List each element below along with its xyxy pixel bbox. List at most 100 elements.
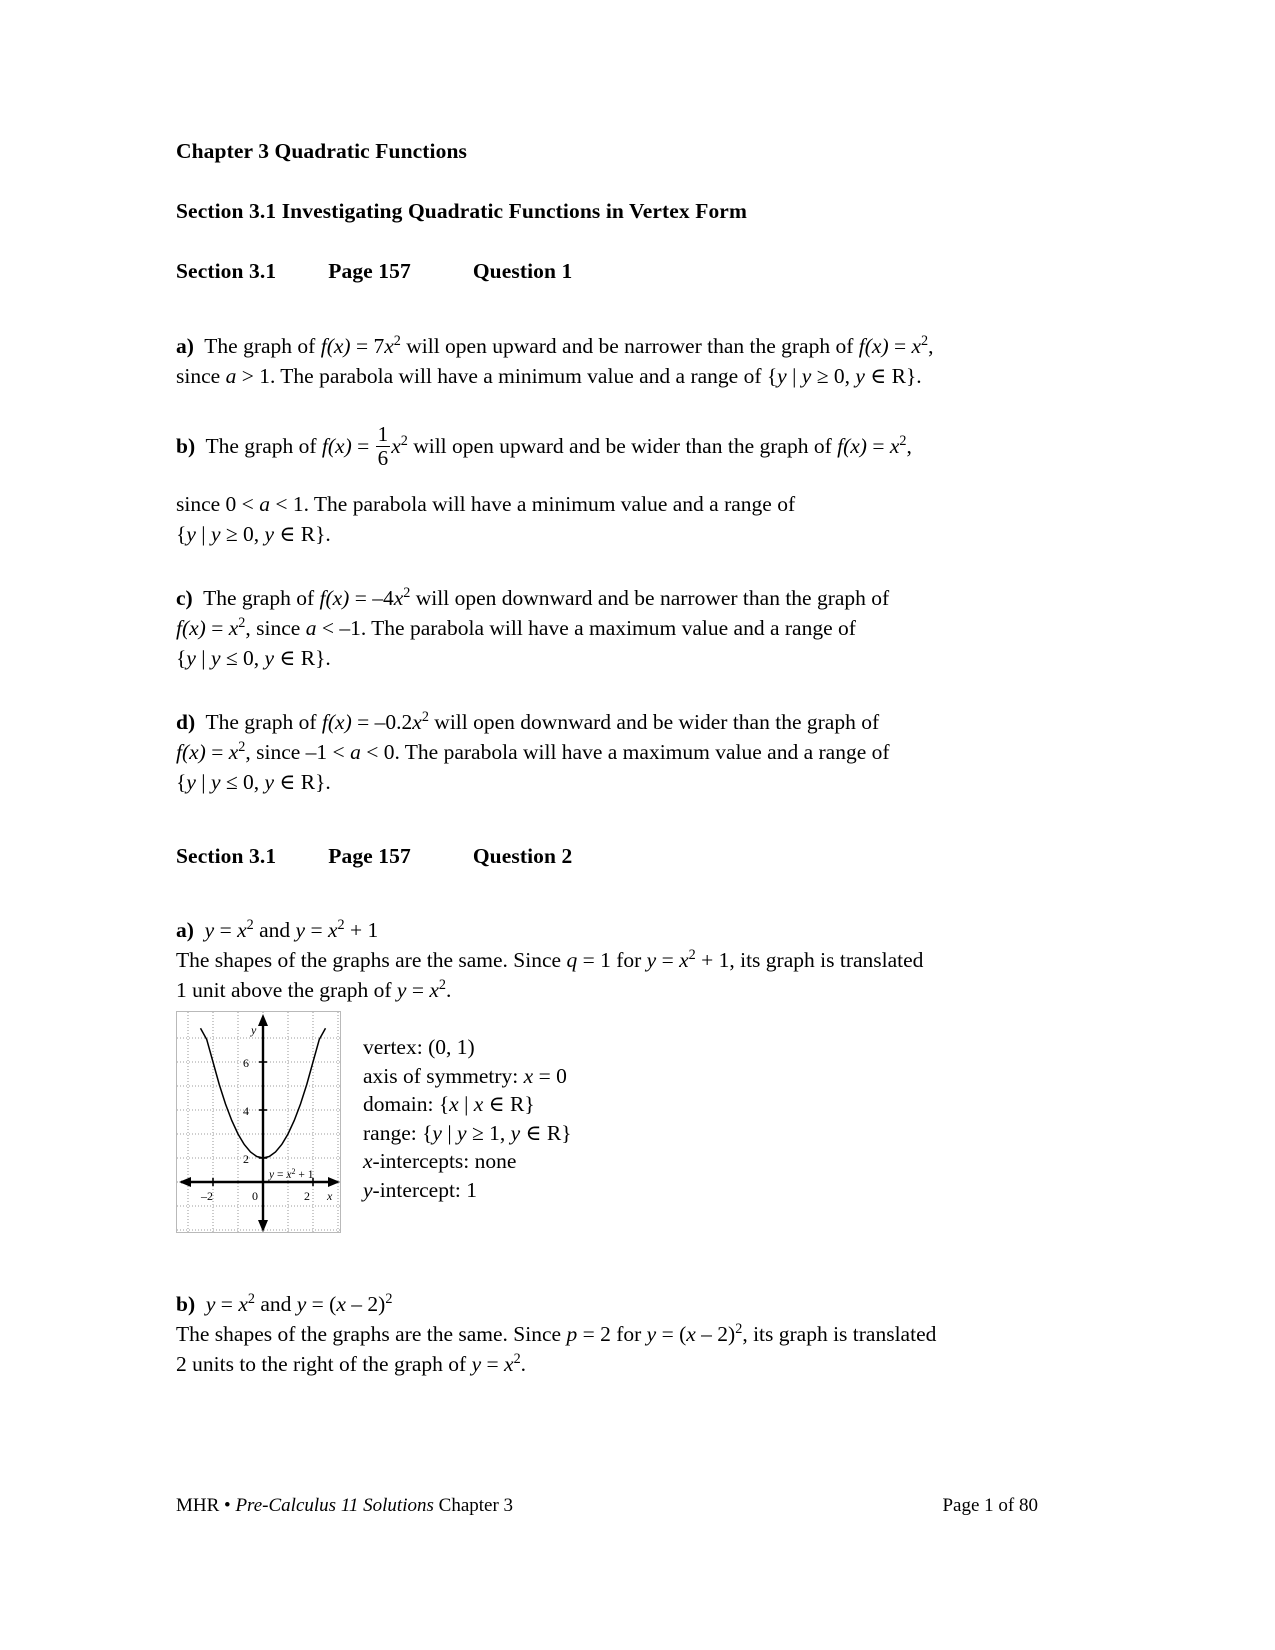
property-domain: domain: {x | x ∈ R}: [363, 1090, 572, 1119]
q1b-l2var: a: [259, 491, 270, 516]
q1d-l3c: ≤ 0,: [220, 769, 265, 794]
q1b-comma: ,: [906, 433, 912, 458]
q2b-b1x: x: [686, 1322, 696, 1347]
q2b-eq1: =: [215, 1292, 239, 1317]
q1a-l2e: ∈ R}.: [864, 363, 922, 388]
q1c-l3c: ≤ 0,: [220, 645, 265, 670]
q2b-b2a: 2 units to the right of the graph of: [176, 1352, 472, 1377]
q2a-b1d: + 1, its graph is translated: [695, 948, 924, 973]
q2a-and: and: [253, 918, 296, 943]
q2b-b2exp: 2: [513, 1351, 521, 1368]
q1d-text1: The graph of: [205, 709, 322, 734]
q1b-var: x: [391, 433, 401, 458]
q1a-fn2: f(x): [858, 333, 889, 358]
curve-label-eq: =: [274, 1169, 286, 1181]
q2a-plus: + 1: [344, 918, 379, 943]
q2a-x1: x: [237, 918, 247, 943]
yint-text: -intercept: 1: [372, 1177, 478, 1202]
q1d-l3y3: y: [264, 769, 275, 794]
q1b-eq2: =: [866, 433, 890, 458]
q2a-exp2: 2: [337, 917, 345, 934]
q1a-l2d: ≥ 0,: [811, 363, 856, 388]
q1b-var2: x: [889, 433, 900, 458]
q1c-text2: will open downward and be narrower than …: [410, 585, 890, 610]
domain-x1: x: [449, 1092, 459, 1117]
q1b-exp: 2: [400, 432, 408, 449]
q1d-l3a: {: [176, 769, 187, 794]
q2b-b2x: x: [504, 1352, 514, 1377]
q1d-exp: 2: [421, 708, 429, 725]
aos-var: x: [523, 1063, 534, 1088]
q2b-exp1: 2: [247, 1291, 255, 1308]
q2-part-b-label: b): [176, 1292, 196, 1317]
q1a-l2y2: y: [801, 363, 812, 388]
document-page: Chapter 3 Quadratic Functions Section 3.…: [0, 0, 1275, 1650]
q1c-l3y1: y: [186, 645, 196, 670]
q1c-eq: = –4: [349, 585, 394, 610]
q1a-l2y1: y: [777, 363, 787, 388]
q2a-b1c: =: [656, 948, 680, 973]
q2b-b2c: .: [520, 1352, 527, 1377]
q1c-l3a: {: [176, 645, 187, 670]
q1d-l2fn: f(x): [176, 739, 206, 764]
q1c-var: x: [393, 585, 404, 610]
q2b-eq2: = (: [306, 1292, 337, 1317]
domain-x2: x: [473, 1092, 484, 1117]
q2a-b2exp: 2: [438, 977, 446, 994]
q1d-text2: will open downward and be wider than the…: [428, 709, 880, 734]
graph-x-axis-label: x: [326, 1189, 333, 1203]
page-footer: MHR • Pre-Calculus 11 Solutions Chapter …: [176, 1495, 1038, 1517]
q1b-l2a: since 0 <: [176, 491, 260, 516]
q1-part-b-cont: since 0 < a < 1. The parabola will have …: [176, 489, 1038, 549]
q2b-b1a: The shapes of the graphs are the same. S…: [176, 1322, 567, 1347]
q2a-b1exp: 2: [688, 947, 696, 964]
q1d-l2a: , since –1 <: [245, 739, 351, 764]
page-content: Chapter 3 Quadratic Functions Section 3.…: [176, 138, 1038, 1379]
q1a-l2y3: y: [855, 363, 865, 388]
property-axis-of-symmetry: axis of symmetry: x = 0: [363, 1062, 572, 1091]
svg-text:y = x2 + 1: y = x2 + 1: [268, 1167, 314, 1181]
q2b-and: and: [254, 1292, 297, 1317]
property-x-intercepts: x-intercepts: none: [363, 1147, 572, 1176]
q2a-b1b: = 1 for: [577, 948, 647, 973]
curve-equation-label: y = x2 + 1: [268, 1167, 314, 1181]
q1c-text1: The graph of: [203, 585, 320, 610]
q1-part-b: b) The graph of f(x) = 1 6 x2 will open up…: [176, 421, 1038, 471]
figure-row: y x 6 4 2 –2 0 2 y = x2 + 1 vertex: (0, …: [176, 1011, 1038, 1234]
footer-page-number: Page 1 of 80: [942, 1495, 1038, 1516]
graph-properties-list: vertex: (0, 1) axis of symmetry: x = 0 d…: [363, 1011, 572, 1204]
q1-section-label: Section 3.1: [176, 258, 277, 283]
q1d-l2var: x: [228, 739, 239, 764]
q1c-l2fn: f(x): [176, 615, 206, 640]
q1c-l2eq: =: [205, 615, 229, 640]
q2b-b1y: y: [646, 1322, 657, 1347]
xint-var: x: [363, 1149, 373, 1174]
q2b-x1: x: [238, 1292, 248, 1317]
curve-label-plus: + 1: [295, 1169, 313, 1181]
q1c-fn: f(x): [319, 585, 350, 610]
graph-y-axis-label: y: [250, 1023, 257, 1037]
q2b-b1c: = (: [656, 1322, 687, 1347]
q1-part-a-label: a): [176, 333, 194, 358]
q2b-x2: x: [336, 1292, 346, 1317]
range-y3: y: [510, 1120, 521, 1145]
q2-part-b: b) y = x2 and y = (x – 2)2 The shapes of…: [176, 1289, 1038, 1379]
q2a-b2c: .: [446, 978, 452, 1003]
q1c-l2var: x: [228, 615, 239, 640]
chapter-heading: Chapter 3 Quadratic Functions: [176, 139, 467, 163]
q2-part-a: a) y = x2 and y = x2 + 1 The shapes of t…: [176, 915, 1038, 1005]
graph-y-tick-6: 6: [243, 1056, 249, 1070]
fraction-denominator: 6: [377, 446, 389, 471]
fraction-one-sixth: 16: [375, 421, 391, 471]
q2a-b1a: The shapes of the graphs are the same. S…: [176, 948, 567, 973]
fraction-numerator: 1: [377, 421, 389, 446]
footer-title: Pre-Calculus 11 Solutions: [235, 1495, 434, 1516]
q1d-l2avar: a: [350, 739, 361, 764]
yint-var: y: [363, 1177, 373, 1202]
q1d-l3d: ∈ R}.: [274, 769, 331, 794]
q1b-text1: The graph of: [205, 433, 322, 458]
q2a-y2: y: [295, 918, 306, 943]
q1d-fn: f(x): [321, 709, 352, 734]
q1-part-c-label: c): [176, 585, 193, 610]
q2b-b1d: – 2): [695, 1322, 736, 1347]
